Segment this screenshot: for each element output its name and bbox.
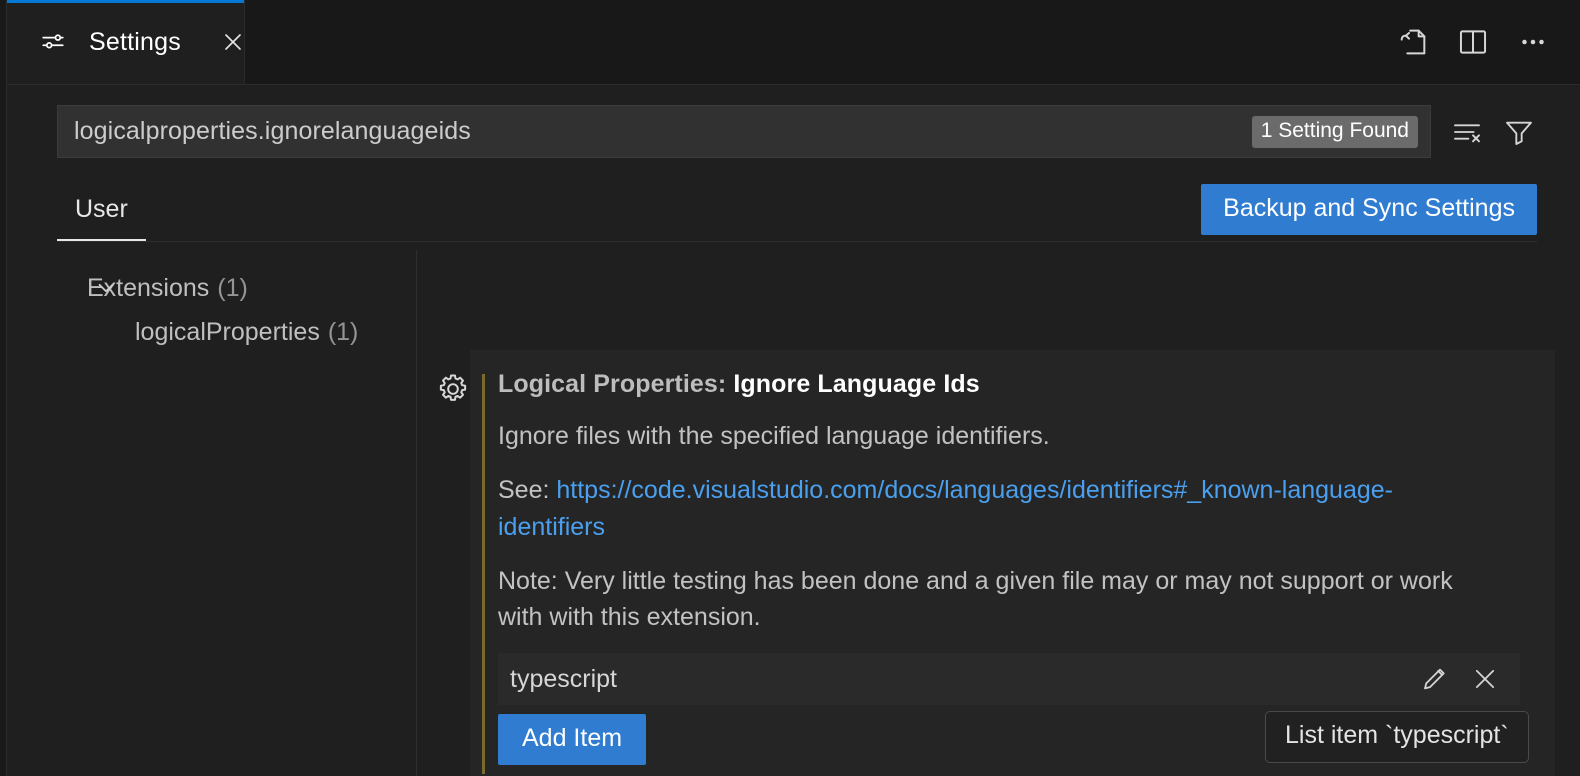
split-editor-icon[interactable]	[1452, 21, 1494, 63]
editor-actions-toolbar	[1392, 0, 1580, 84]
toc-item-count: (1)	[327, 317, 359, 346]
window-left-strip	[0, 0, 7, 776]
scope-tabs: User	[57, 177, 146, 241]
open-settings-json-icon[interactable]	[1392, 21, 1434, 63]
settings-gear-icon[interactable]	[436, 372, 470, 406]
settings-editor: logicalproperties.ignorelanguageids 1 Se…	[7, 85, 1580, 776]
settings-sliders-icon	[40, 29, 66, 55]
setting-description-see-link: See: https://code.visualstudio.com/docs/…	[498, 472, 1498, 545]
toc-item-extensions[interactable]: Extensions (1)	[15, 266, 416, 310]
search-actions	[1449, 114, 1537, 150]
list-setting-widget: typescript Add Item	[498, 653, 1520, 766]
list-item-value: typescript	[510, 664, 617, 693]
toc-item-logicalproperties[interactable]: logicalProperties (1)	[15, 310, 416, 354]
tab-label: Settings	[89, 27, 181, 56]
settings-header-row: User Backup and Sync Settings	[57, 177, 1537, 242]
close-icon[interactable]	[218, 27, 248, 57]
search-input[interactable]: logicalproperties.ignorelanguageids 1 Se…	[57, 105, 1431, 158]
results-count-badge: 1 Setting Found	[1251, 115, 1418, 148]
setting-item-content: Logical Properties: Ignore Language Ids …	[498, 370, 1531, 766]
list-item[interactable]: typescript	[498, 653, 1520, 706]
edit-pencil-icon[interactable]	[1420, 664, 1450, 694]
setting-description-note: Note: Very little testing has been done …	[498, 566, 1453, 631]
setting-item-card: Logical Properties: Ignore Language Ids …	[470, 350, 1555, 776]
setting-category-label: Logical Properties:	[498, 370, 734, 398]
workbench: Settings logicalproperties.ignorelanguag…	[7, 0, 1580, 776]
settings-search-row: logicalproperties.ignorelanguageids 1 Se…	[57, 105, 1537, 158]
add-item-button[interactable]: Add Item	[498, 714, 647, 766]
tab-bar-empty-space	[245, 0, 1392, 84]
clear-search-results-icon[interactable]	[1449, 114, 1485, 150]
list-item-actions	[1420, 664, 1510, 694]
toc-item-label: logicalProperties	[135, 317, 320, 346]
settings-table-of-contents: Extensions (1) logicalProperties (1)	[15, 250, 417, 776]
tab-settings[interactable]: Settings	[7, 0, 245, 84]
language-identifiers-link[interactable]: https://code.visualstudio.com/docs/langu…	[498, 476, 1393, 540]
scope-tab-label: User	[75, 194, 128, 223]
search-input-value: logicalproperties.ignorelanguageids	[74, 117, 471, 145]
setting-name-label: Ignore Language Ids	[733, 370, 980, 398]
setting-title: Logical Properties: Ignore Language Ids	[498, 370, 1531, 399]
filter-settings-icon[interactable]	[1501, 114, 1537, 150]
more-actions-icon[interactable]	[1512, 21, 1554, 63]
toc-item-count: (1)	[217, 273, 248, 302]
modified-indicator	[482, 374, 485, 774]
chevron-down-icon[interactable]	[93, 275, 119, 301]
see-prefix-label: See:	[498, 476, 557, 505]
scope-tab-user[interactable]: User	[57, 177, 146, 241]
remove-item-icon[interactable]	[1470, 664, 1500, 694]
setting-description-line1: Ignore files with the specified language…	[498, 422, 1050, 450]
backup-and-sync-settings-button[interactable]: Backup and Sync Settings	[1201, 184, 1537, 235]
editor-tab-bar: Settings	[7, 0, 1580, 85]
settings-list: Logical Properties: Ignore Language Ids …	[418, 250, 1580, 776]
